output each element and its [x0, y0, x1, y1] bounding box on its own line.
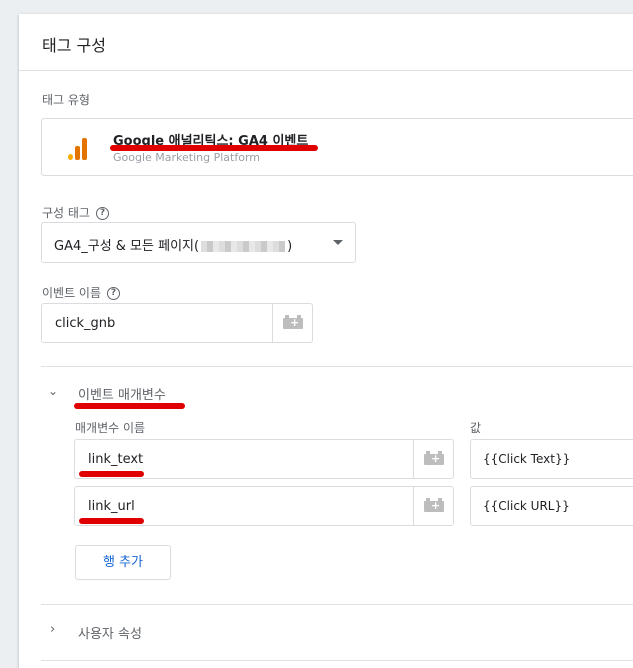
variable-block-icon: +	[424, 451, 444, 465]
variable-picker-button[interactable]: +	[272, 304, 312, 342]
help-icon[interactable]: ?	[107, 287, 121, 300]
event-params-title[interactable]: 이벤트 매개변수	[78, 384, 166, 403]
red-underline	[74, 403, 185, 409]
divider	[41, 366, 633, 367]
config-tag-value-suffix: )	[287, 239, 293, 254]
event-name-label: 이벤트 이름?	[42, 284, 121, 301]
param-value-input[interactable]: {{Click Text}}	[470, 439, 633, 479]
param-value-text: {{Click Text}}	[483, 452, 571, 466]
config-tag-label-text: 구성 태그	[42, 206, 90, 220]
config-tag-label: 구성 태그?	[42, 204, 109, 221]
red-underline	[110, 145, 318, 151]
panel-title: 태그 구성	[19, 14, 633, 71]
red-underline	[79, 471, 144, 477]
event-name-label-text: 이벤트 이름	[42, 286, 102, 300]
param-name-col-header: 매개변수 이름	[75, 421, 146, 435]
analytics-bars-icon	[66, 136, 90, 160]
dropdown-caret-icon	[333, 240, 343, 245]
param-name-value: link_url	[88, 499, 135, 514]
add-row-button[interactable]: 행 추가	[75, 545, 171, 580]
event-name-value: click_gnb	[55, 316, 116, 331]
red-underline	[79, 518, 144, 524]
param-value-col-header: 값	[470, 421, 482, 435]
divider	[41, 604, 633, 605]
variable-block-icon: +	[283, 315, 303, 329]
tag-type-label: 태그 유형	[42, 93, 90, 107]
chevron-down-icon[interactable]: ⌄	[48, 384, 58, 398]
tag-type-card[interactable]: Google 애널리틱스: GA4 이벤트 Google Marketing P…	[41, 118, 633, 176]
config-tag-select[interactable]: GA4_구성 & 모든 페이지()	[41, 222, 356, 263]
event-name-input[interactable]: click_gnb +	[41, 303, 313, 343]
config-tag-value-prefix: GA4_구성 & 모든 페이지(	[54, 239, 200, 254]
param-name-value: link_text	[88, 452, 144, 467]
divider	[41, 660, 633, 661]
chevron-right-icon[interactable]: ›	[50, 622, 55, 637]
variable-picker-button[interactable]: +	[413, 440, 453, 478]
param-value-text: {{Click URL}}	[483, 499, 570, 513]
help-icon[interactable]: ?	[95, 207, 109, 220]
redacted-blur	[201, 241, 286, 252]
param-value-input[interactable]: {{Click URL}}	[470, 486, 633, 526]
variable-picker-button[interactable]: +	[413, 487, 453, 525]
variable-block-icon: +	[424, 498, 444, 512]
tag-type-platform: Google Marketing Platform	[113, 151, 260, 164]
user-props-title[interactable]: 사용자 속성	[78, 623, 142, 642]
